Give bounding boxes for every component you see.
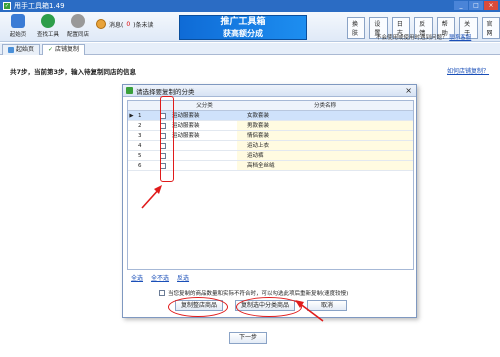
check-icon: ✓ xyxy=(48,46,54,53)
window-title: 甩手工具箱1.49 xyxy=(14,2,65,10)
tab-home-label: 起始页 xyxy=(16,46,35,53)
header-indicator xyxy=(128,101,135,110)
select-none-link[interactable]: 全不选 xyxy=(151,273,169,282)
row-number: 6 xyxy=(138,163,142,169)
website-button[interactable]: 官网 xyxy=(481,17,500,39)
config-tool-label: 配置同店 xyxy=(66,32,89,38)
home-tab-icon xyxy=(8,47,14,53)
alarm-clock-icon xyxy=(96,19,106,29)
skin-button[interactable]: 换肤 xyxy=(347,17,366,39)
minimize-button[interactable]: _ xyxy=(454,1,468,10)
app-logo-icon: ✓ xyxy=(3,2,11,10)
row-parent xyxy=(169,161,237,170)
row-parent xyxy=(169,151,237,160)
row-indicator xyxy=(128,141,135,150)
message-prefix: 消息( xyxy=(109,21,124,29)
support-notice: 不会使用或使用时遇到问题？ 联系客服 xyxy=(376,33,471,41)
step-indicator: 共7步，当前第3步，输入待复制同店的信息 xyxy=(10,68,137,76)
toolbar: 起始页 查找工具 配置同店 消息(0)条未读 推广工具箱 获高额分成 换肤 设置… xyxy=(0,12,500,42)
dialog-icon xyxy=(126,87,133,94)
row-indicator xyxy=(128,131,135,140)
promo-banner[interactable]: 推广工具箱 获高额分成 xyxy=(179,15,307,40)
row-name: 高档全丝绒 xyxy=(237,161,413,170)
banner-line1: 推广工具箱 xyxy=(220,17,266,27)
row-name: 女款套装 xyxy=(237,111,413,120)
banner-line2: 获高额分成 xyxy=(223,29,263,38)
row-parent: 运动服套装 xyxy=(172,113,200,119)
dialog-title: 请选择要复制的分类 xyxy=(136,87,195,96)
slow-copy-checkbox[interactable] xyxy=(159,290,165,296)
select-all-link[interactable]: 全选 xyxy=(131,273,143,282)
search-icon xyxy=(41,14,55,28)
row-number: 4 xyxy=(138,143,142,149)
checkbox-column-highlight xyxy=(160,96,174,182)
tab-home[interactable]: 起始页 xyxy=(2,44,41,55)
dialog-close-icon[interactable]: × xyxy=(405,86,412,95)
row-parent: 运动服套装 xyxy=(172,123,200,129)
selection-links: 全选 全不选 反选 xyxy=(131,273,189,282)
how-to-copy-link[interactable]: 如何店铺复制？ xyxy=(447,66,489,75)
row-parent: 运动服套装 xyxy=(172,133,200,139)
header-name: 分类名称 xyxy=(313,103,336,109)
annotation-arrow-icon xyxy=(295,300,324,322)
row-indicator xyxy=(128,121,135,130)
config-tool-button[interactable]: 配置同店 xyxy=(64,14,92,38)
copy-whole-shop-highlight xyxy=(168,297,228,317)
contact-support-link[interactable]: 联系客服 xyxy=(449,35,471,41)
close-button[interactable]: × xyxy=(484,1,498,10)
window-controls: _ □ × xyxy=(454,1,498,10)
message-suffix: )条未读 xyxy=(133,21,154,29)
row-name: 运动裤 xyxy=(237,151,413,160)
row-number: 5 xyxy=(138,153,142,159)
row-number: 2 xyxy=(138,123,142,129)
home-icon xyxy=(11,14,25,28)
header-no xyxy=(135,101,157,110)
message-status[interactable]: 消息(0)条未读 xyxy=(96,19,154,29)
next-step-button[interactable]: 下一步 xyxy=(229,332,267,344)
row-number: 3 xyxy=(138,133,142,139)
row-parent xyxy=(169,141,237,150)
gear-icon xyxy=(71,14,85,28)
row-name: 男款套装 xyxy=(237,121,413,130)
invert-selection-link[interactable]: 反选 xyxy=(177,273,189,282)
tab-shop-copy[interactable]: ✓ 店铺复制 xyxy=(42,44,86,55)
message-count: 0 xyxy=(126,20,131,28)
row-name: 运动上衣 xyxy=(237,141,413,150)
tab-bar: 起始页 ✓ 店铺复制 xyxy=(0,43,500,55)
notice-text: 不会使用或使用时遇到问题？ xyxy=(376,35,448,41)
home-tool-button[interactable]: 起始页 xyxy=(4,14,32,38)
row-pointer-icon: ▶ xyxy=(129,113,134,119)
row-indicator xyxy=(128,151,135,160)
row-number: 1 xyxy=(138,113,142,119)
tab-shop-copy-label: 店铺复制 xyxy=(55,46,80,53)
header-parent: 父分类 xyxy=(196,103,213,109)
find-tool-button[interactable]: 查找工具 xyxy=(34,14,62,38)
maximize-button[interactable]: □ xyxy=(469,1,483,10)
title-bar: ✓ 甩手工具箱1.49 _ □ × xyxy=(0,0,500,12)
row-indicator xyxy=(128,161,135,170)
home-tool-label: 起始页 xyxy=(9,32,27,38)
annotation-arrow-icon xyxy=(141,185,162,209)
row-name: 情侣套装 xyxy=(237,131,413,140)
find-tool-label: 查找工具 xyxy=(36,32,59,38)
